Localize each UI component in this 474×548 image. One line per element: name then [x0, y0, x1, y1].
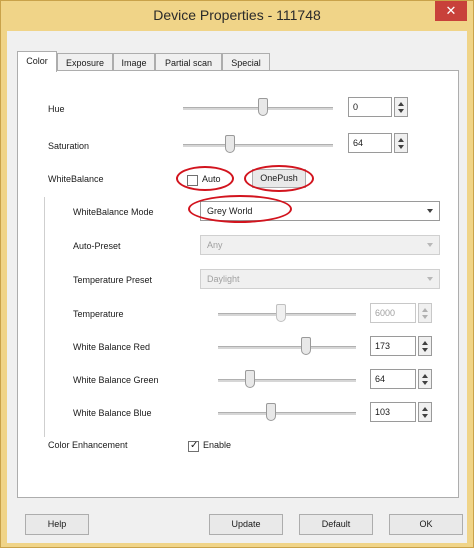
wb-blue-label: White Balance Blue: [73, 408, 152, 418]
saturation-slider-thumb[interactable]: [225, 135, 235, 153]
enable-checkbox[interactable]: ✓: [188, 440, 199, 452]
help-button[interactable]: Help: [25, 514, 89, 535]
spin-down-icon[interactable]: [422, 414, 428, 418]
wb-blue-value-field[interactable]: 103: [370, 402, 416, 422]
spin-up-icon[interactable]: [398, 102, 404, 106]
temperature-label: Temperature: [73, 309, 124, 319]
spin-down-icon[interactable]: [398, 145, 404, 149]
hue-label: Hue: [48, 104, 65, 114]
default-button[interactable]: Default: [299, 514, 373, 535]
wb-mode-label: WhiteBalance Mode: [73, 207, 154, 217]
wb-green-label: White Balance Green: [73, 375, 159, 385]
temperature-preset-select[interactable]: Daylight: [200, 269, 440, 289]
auto-preset-select[interactable]: Any: [200, 235, 440, 255]
hue-value-field[interactable]: 0: [348, 97, 392, 117]
temperature-spin-buttons[interactable]: [418, 303, 432, 323]
wb-green-slider-thumb[interactable]: [245, 370, 255, 388]
wb-green-slider-track[interactable]: [218, 379, 356, 382]
color-tab-panel: Hue 0 Saturation 64 WhiteBalance Auto On…: [17, 70, 459, 498]
enable-checkbox-label[interactable]: Enable: [203, 440, 231, 450]
spin-down-icon[interactable]: [422, 348, 428, 352]
auto-preset-label: Auto-Preset: [73, 241, 121, 251]
saturation-value-field[interactable]: 64: [348, 133, 392, 153]
ok-button[interactable]: OK: [389, 514, 463, 535]
spin-up-icon[interactable]: [422, 374, 428, 378]
spin-up-icon[interactable]: [398, 138, 404, 142]
wb-red-label: White Balance Red: [73, 342, 151, 352]
whitebalance-label: WhiteBalance: [48, 174, 104, 184]
device-properties-window: Device Properties - 111748 ✕ Color Expos…: [0, 0, 474, 548]
close-button[interactable]: ✕: [435, 1, 467, 21]
temperature-value-field[interactable]: 6000: [370, 303, 416, 323]
wb-red-value-field[interactable]: 173: [370, 336, 416, 356]
spin-down-icon[interactable]: [422, 381, 428, 385]
color-enhancement-label: Color Enhancement: [48, 440, 128, 450]
update-button[interactable]: Update: [209, 514, 283, 535]
window-title: Device Properties - 111748: [153, 7, 321, 23]
auto-preset-value: Any: [207, 240, 223, 250]
wb-red-slider-thumb[interactable]: [301, 337, 311, 355]
wb-red-spin-buttons[interactable]: [418, 336, 432, 356]
spin-up-icon[interactable]: [422, 308, 428, 312]
saturation-spin-buttons[interactable]: [394, 133, 408, 153]
chevron-down-icon[interactable]: [427, 243, 433, 247]
saturation-label: Saturation: [48, 141, 90, 151]
auto-highlight-ring: [176, 166, 234, 191]
wb-blue-spin-buttons[interactable]: [418, 402, 432, 422]
tab-special[interactable]: Special: [222, 53, 270, 71]
wb-green-value-field[interactable]: 64: [370, 369, 416, 389]
temperature-slider-track[interactable]: [218, 313, 356, 316]
spin-up-icon[interactable]: [422, 407, 428, 411]
tab-color[interactable]: Color: [17, 51, 57, 72]
dialog-client-area: Color Exposure Image Partial scan Specia…: [7, 31, 467, 543]
spin-down-icon[interactable]: [422, 315, 428, 319]
chevron-down-icon[interactable]: [427, 209, 433, 213]
onepush-highlight-ring: [244, 165, 314, 192]
tab-image[interactable]: Image: [113, 53, 155, 71]
temperature-preset-value: Daylight: [207, 274, 240, 284]
temperature-preset-label: Temperature Preset: [73, 275, 153, 285]
hue-slider-thumb[interactable]: [258, 98, 268, 116]
hue-spin-buttons[interactable]: [394, 97, 408, 117]
tab-partial-scan[interactable]: Partial scan: [155, 53, 222, 71]
whitebalance-group-border: [44, 197, 45, 437]
spin-down-icon[interactable]: [398, 109, 404, 113]
wb-blue-slider-thumb[interactable]: [266, 403, 276, 421]
checkmark-icon: ✓: [190, 440, 199, 451]
wb-red-slider-track[interactable]: [218, 346, 356, 349]
saturation-slider-track[interactable]: [183, 144, 333, 147]
spin-up-icon[interactable]: [422, 341, 428, 345]
chevron-down-icon[interactable]: [427, 277, 433, 281]
wb-green-spin-buttons[interactable]: [418, 369, 432, 389]
wb-blue-slider-track[interactable]: [218, 412, 356, 415]
title-bar[interactable]: Device Properties - 111748 ✕: [1, 1, 473, 31]
temperature-slider-thumb[interactable]: [276, 304, 286, 322]
tab-exposure[interactable]: Exposure: [57, 53, 113, 71]
close-icon: ✕: [445, 3, 457, 18]
wb-mode-highlight-ring: [188, 195, 292, 223]
